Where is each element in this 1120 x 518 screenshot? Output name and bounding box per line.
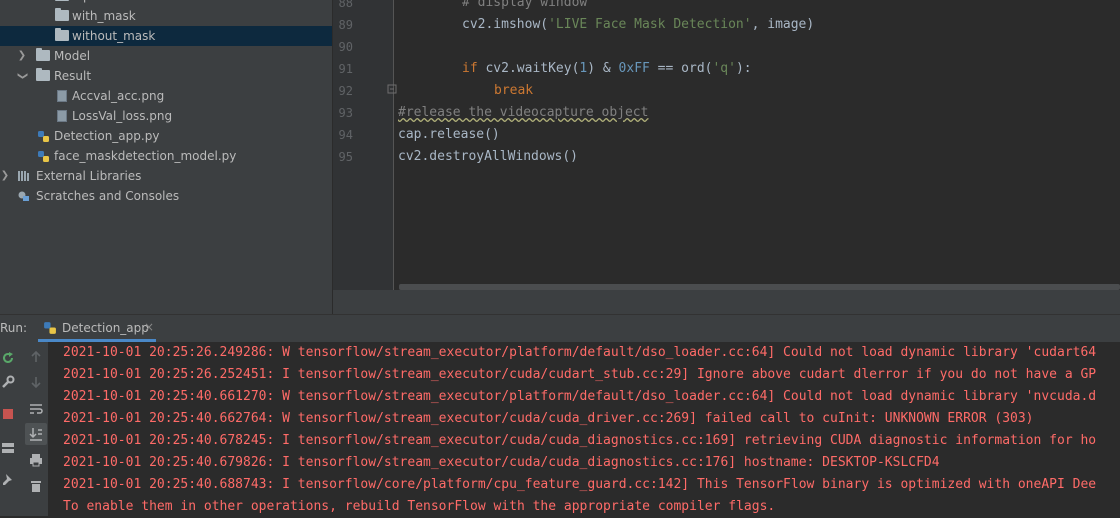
console-line: 2021-10-01 20:25:40.678245: I tensorflow… [63, 433, 1097, 448]
code-line-95: cv2.destroyAllWindows() [398, 149, 579, 164]
scratches-icon [18, 191, 29, 201]
tree-item-lossval[interactable]: LossVal_loss.png [0, 106, 333, 126]
code-line-89: cv2.imshow('LIVE Face Mask Detection', i… [462, 17, 815, 32]
run-toolbar-left [0, 342, 24, 516]
line-number: 95 [338, 150, 353, 164]
tree-item-result[interactable]: ❯ Result [0, 66, 333, 86]
folder-icon [55, 0, 69, 1]
python-icon [44, 322, 56, 334]
gutter-divider [393, 0, 394, 290]
run-label: Run: [0, 321, 28, 335]
tree-item-without-mask[interactable]: without_mask [0, 26, 333, 46]
print-icon[interactable] [28, 452, 44, 468]
console-line: 2021-10-01 20:25:40.688743: I tensorflow… [63, 477, 1097, 492]
folder-icon [36, 68, 50, 81]
console-line: To enable them in other operations, rebu… [63, 499, 776, 514]
line-number: 90 [338, 40, 353, 54]
python-file-icon [38, 151, 49, 162]
code-editor[interactable] [394, 0, 1120, 290]
editor-bottom-bar [333, 290, 1120, 314]
soft-wrap-icon[interactable] [28, 401, 44, 417]
chevron-down-icon[interactable]: ❯ [12, 71, 32, 81]
tab-title: Detection_app [62, 321, 149, 335]
code-line-94: cap.release() [398, 127, 500, 142]
console-line: 2021-10-01 20:25:26.249286: W tensorflow… [63, 345, 1097, 360]
line-number: 91 [338, 62, 353, 76]
stop-icon[interactable] [0, 406, 16, 422]
line-number: 92 [338, 84, 353, 98]
console-line: 2021-10-01 20:25:26.252451: I tensorflow… [63, 367, 1097, 382]
chevron-right-icon[interactable]: ❯ [0, 166, 10, 186]
close-icon[interactable]: × [144, 320, 154, 334]
folder-icon [36, 48, 50, 61]
library-icon [18, 171, 29, 181]
tree-item-with-mask[interactable]: with_mask [0, 6, 333, 26]
code-line-91: if cv2.waitKey(1) & 0xFF == ord('q'): [462, 61, 752, 76]
tree-item-detection-app[interactable]: Detection_app.py [0, 126, 333, 146]
tree-item-external-libraries[interactable]: ❯ External Libraries [0, 166, 333, 186]
tree-item-face-model[interactable]: face_maskdetection_model.py [0, 146, 333, 166]
layout-icon[interactable] [0, 440, 16, 456]
line-number: 88 [338, 0, 353, 10]
image-file-icon [57, 90, 67, 102]
code-line-93: #release the videocapture object [398, 105, 649, 120]
python-file-icon [38, 131, 49, 142]
wrench-icon[interactable] [0, 374, 16, 390]
console-line: 2021-10-01 20:25:40.661270: W tensorflow… [63, 389, 1097, 404]
code-line-92: break [494, 83, 534, 98]
tree-item-scratches[interactable]: Scratches and Consoles [0, 186, 333, 206]
line-number: 94 [338, 128, 353, 142]
rerun-icon[interactable] [0, 350, 16, 366]
folder-icon [55, 8, 69, 21]
console-line: 2021-10-01 20:25:40.662764: W tensorflow… [63, 411, 1034, 426]
code-line-88: # display window [462, 0, 588, 10]
tree-item-model[interactable]: ❯ Model [0, 46, 333, 66]
folder-icon [55, 28, 69, 41]
tree-item-accval[interactable]: Accval_acc.png [0, 86, 333, 106]
fold-marker-icon[interactable] [387, 84, 397, 94]
line-number: 89 [338, 18, 353, 32]
scroll-to-end-icon[interactable] [28, 426, 44, 442]
arrow-down-icon[interactable] [28, 374, 44, 390]
console-line: 2021-10-01 20:25:40.679826: I tensorflow… [63, 455, 940, 470]
run-panel-header: Run: Detection_app × [0, 314, 1120, 342]
pin-icon[interactable] [0, 472, 16, 488]
image-file-icon [57, 110, 67, 122]
line-number: 93 [338, 106, 353, 120]
chevron-right-icon[interactable]: ❯ [17, 46, 27, 66]
tab-detection-app[interactable]: Detection_app × [38, 315, 156, 342]
trash-icon[interactable] [28, 478, 44, 494]
project-tree: input with_mask without_mask ❯ Model ❯ R… [0, 0, 333, 314]
arrow-up-icon[interactable] [28, 349, 44, 365]
run-toolbar-right [24, 342, 49, 516]
